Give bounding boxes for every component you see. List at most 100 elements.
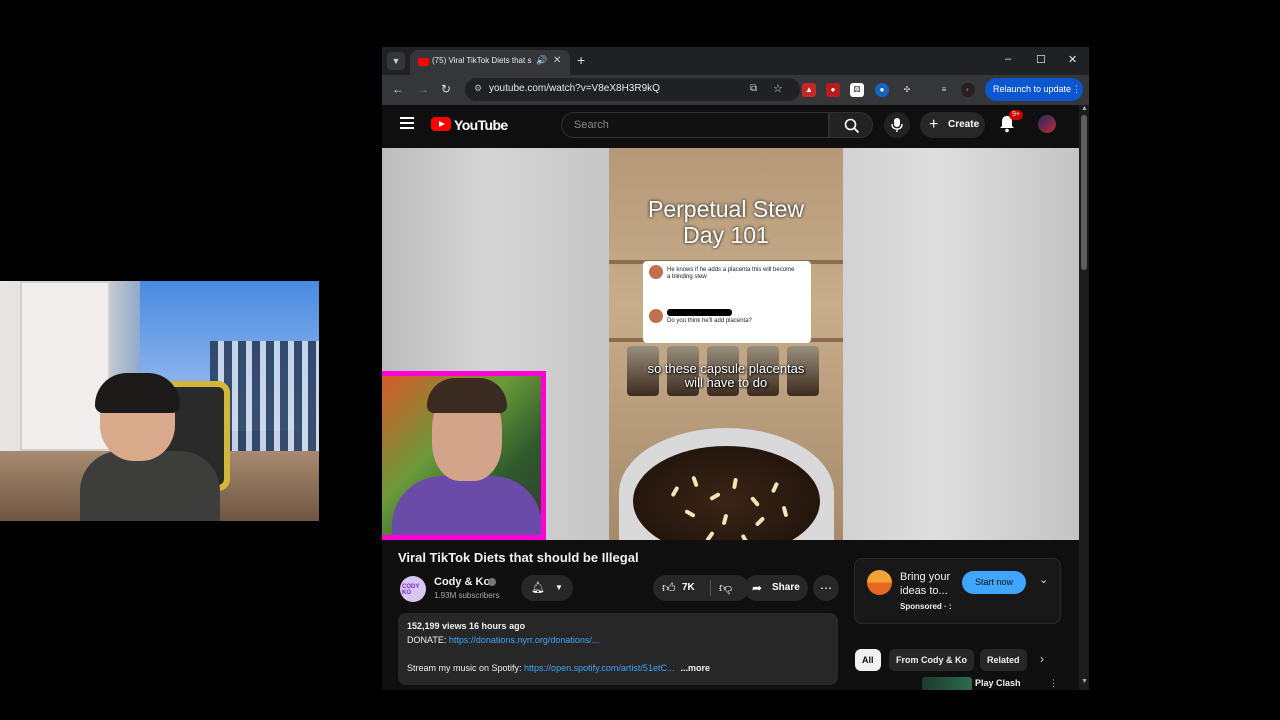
speaker-icon[interactable]: 🔊 (536, 55, 547, 66)
show-more-button[interactable]: ...more (680, 663, 710, 673)
ad-expand-chevron-icon[interactable]: ⌄ (1039, 573, 1048, 586)
reactor-shirt (392, 476, 541, 535)
url-text[interactable]: youtube.com/watch?v=V8eX8H3R9kQ (489, 83, 660, 94)
reload-button[interactable]: ↻ (441, 82, 451, 96)
thumbs-down-icon[interactable]: 👎︎ (719, 575, 732, 601)
extensions-puzzle-icon[interactable]: ✣ (900, 83, 914, 97)
search-placeholder: Search (574, 119, 609, 131)
maximize-button[interactable]: ☐ (1036, 53, 1046, 66)
capsule-pill (740, 533, 750, 540)
voice-search-button[interactable] (884, 112, 910, 138)
verified-badge-icon (488, 578, 496, 586)
extension-red-2-icon[interactable]: ● (826, 83, 840, 97)
view-stats: 152,199 views 16 hours ago (407, 621, 526, 631)
comment-text-1: He knows if he adds a placenta this will… (667, 267, 795, 280)
spotify-label: Stream my music on Spotify: (407, 663, 525, 673)
like-count[interactable]: 7K (682, 575, 695, 601)
scrollbar-thumb[interactable] (1081, 115, 1087, 270)
create-button[interactable]: + Create (920, 112, 985, 138)
search-button[interactable] (829, 112, 873, 138)
overlay-title: Perpetual Stew Day 101 (609, 196, 843, 248)
slow-cooker (619, 428, 834, 540)
capsule-pill (705, 530, 715, 540)
more-actions-button[interactable]: ⋯ (813, 575, 839, 601)
page-scrollbar[interactable]: ▲ ▼ (1079, 105, 1089, 690)
thumbs-up-icon[interactable]: 👍︎ (662, 575, 676, 601)
plus-icon: + (929, 116, 939, 133)
redacted-username (667, 309, 732, 316)
caption-line1: so these capsule placentas (647, 361, 805, 376)
notification-count-badge: 9+ (1009, 110, 1023, 120)
browser-window: ▼ (75) Viral TikTok Diets that s 🔊 ✕ + –… (382, 47, 1089, 690)
subscribed-notifications-button[interactable]: 🔔︎ ▼ (521, 575, 573, 601)
tiktok-clip: Perpetual Stew Day 101 He knows if he ad… (609, 148, 843, 540)
chip-scroll-right-icon[interactable]: › (1040, 652, 1044, 666)
description-box[interactable]: 152,199 views 16 hours ago DONATE: https… (398, 613, 838, 685)
bookmark-star-icon[interactable]: ☆ (773, 82, 783, 95)
extension-blue-icon[interactable]: ● (875, 83, 889, 97)
ad-headline: Bring your ideas to... (900, 571, 951, 597)
sponsored-label: Sponsored · : (900, 602, 952, 611)
tab-bar: ▼ (75) Viral TikTok Diets that s 🔊 ✕ + –… (382, 47, 1089, 75)
spotify-line: Stream my music on Spotify: https://open… (407, 663, 710, 673)
create-label: Create (948, 119, 980, 130)
spotify-link[interactable]: https://open.spotify.com/artist/51etC... (524, 663, 674, 673)
back-button[interactable]: ← (392, 82, 404, 96)
recommendation-title[interactable]: Play Clash (975, 678, 1021, 688)
hamburger-menu-icon[interactable] (400, 117, 414, 129)
chip-all[interactable]: All (855, 649, 881, 671)
chrome-menu-icon[interactable]: ⋮ (1072, 78, 1081, 101)
comment-card: He knows if he adds a placenta this will… (643, 261, 811, 343)
video-player[interactable]: Perpetual Stew Day 101 He knows if he ad… (382, 148, 1079, 540)
stew (633, 446, 820, 540)
reactor-facecam (382, 371, 546, 540)
caption-line2: will have to do (684, 375, 768, 390)
chevron-down-icon: ▼ (555, 583, 563, 592)
youtube-favicon-icon (418, 58, 429, 66)
streamer-hair (95, 373, 180, 413)
youtube-wordmark[interactable]: YouTube (454, 117, 508, 133)
new-tab-button[interactable]: + (577, 52, 585, 68)
advertiser-logo-icon (867, 570, 892, 595)
ad-start-now-button[interactable]: Start now (962, 571, 1026, 594)
overlay-title-line1: Perpetual Stew (648, 196, 804, 222)
minimize-button[interactable]: – (1005, 53, 1011, 65)
youtube-logo-icon[interactable] (431, 117, 451, 131)
capsule-pill (670, 485, 680, 498)
sponsored-ad-card[interactable]: Bring your ideas to... Sponsored · : Sta… (854, 558, 1061, 624)
extension-dice-icon[interactable]: ⚄ (850, 83, 864, 97)
recommendation-menu-icon[interactable]: ⋮ (1049, 678, 1058, 689)
channel-name[interactable]: Cody & Ko (434, 576, 490, 588)
capsule-pill (721, 513, 729, 526)
profile-avatar-icon[interactable]: ◐ (961, 83, 975, 97)
forward-button[interactable]: → (417, 82, 429, 96)
channel-avatar[interactable] (400, 576, 426, 602)
install-app-icon[interactable]: ⧉ (750, 83, 757, 94)
youtube-page: YouTube Search + Create 9+ Perpetual Ste… (382, 105, 1079, 690)
video-title: Viral TikTok Diets that should be Illega… (398, 550, 639, 565)
reading-list-icon[interactable]: ≡ (937, 83, 951, 97)
microphone-icon (891, 118, 903, 132)
address-bar[interactable]: ⚙ youtube.com/watch?v=V8eX8H3R9kQ ⧉ ☆ (465, 78, 800, 101)
relaunch-button[interactable]: Relaunch to update ⋮ (985, 78, 1083, 101)
share-button[interactable]: ➦ Share (744, 575, 808, 601)
chip-related[interactable]: Related (980, 649, 1027, 671)
capsule-pill (749, 496, 761, 507)
recommendation-thumbnail[interactable] (922, 677, 972, 690)
share-arrow-icon: ➦ (752, 581, 763, 595)
site-info-icon[interactable]: ⚙ (474, 83, 482, 94)
close-window-button[interactable]: ✕ (1068, 53, 1077, 66)
video-caption: so these capsule placentas will have to … (609, 362, 843, 390)
search-input[interactable]: Search (561, 112, 829, 138)
scroll-down-arrow-icon[interactable]: ▼ (1081, 678, 1088, 685)
share-label: Share (772, 582, 800, 593)
tab-search-button[interactable]: ▼ (387, 52, 405, 70)
tab-youtube[interactable]: (75) Viral TikTok Diets that s 🔊 ✕ (410, 50, 570, 75)
extension-red-icon[interactable]: ▲ (802, 83, 816, 97)
tab-close-icon[interactable]: ✕ (553, 55, 561, 66)
account-avatar[interactable] (1038, 115, 1056, 133)
tab-title: (75) Viral TikTok Diets that s (432, 56, 532, 65)
chip-from-channel[interactable]: From Cody & Ko (889, 649, 974, 671)
donate-link[interactable]: https://donations.nyrr.org/donations/... (449, 635, 600, 645)
scroll-up-arrow-icon[interactable]: ▲ (1081, 105, 1088, 112)
